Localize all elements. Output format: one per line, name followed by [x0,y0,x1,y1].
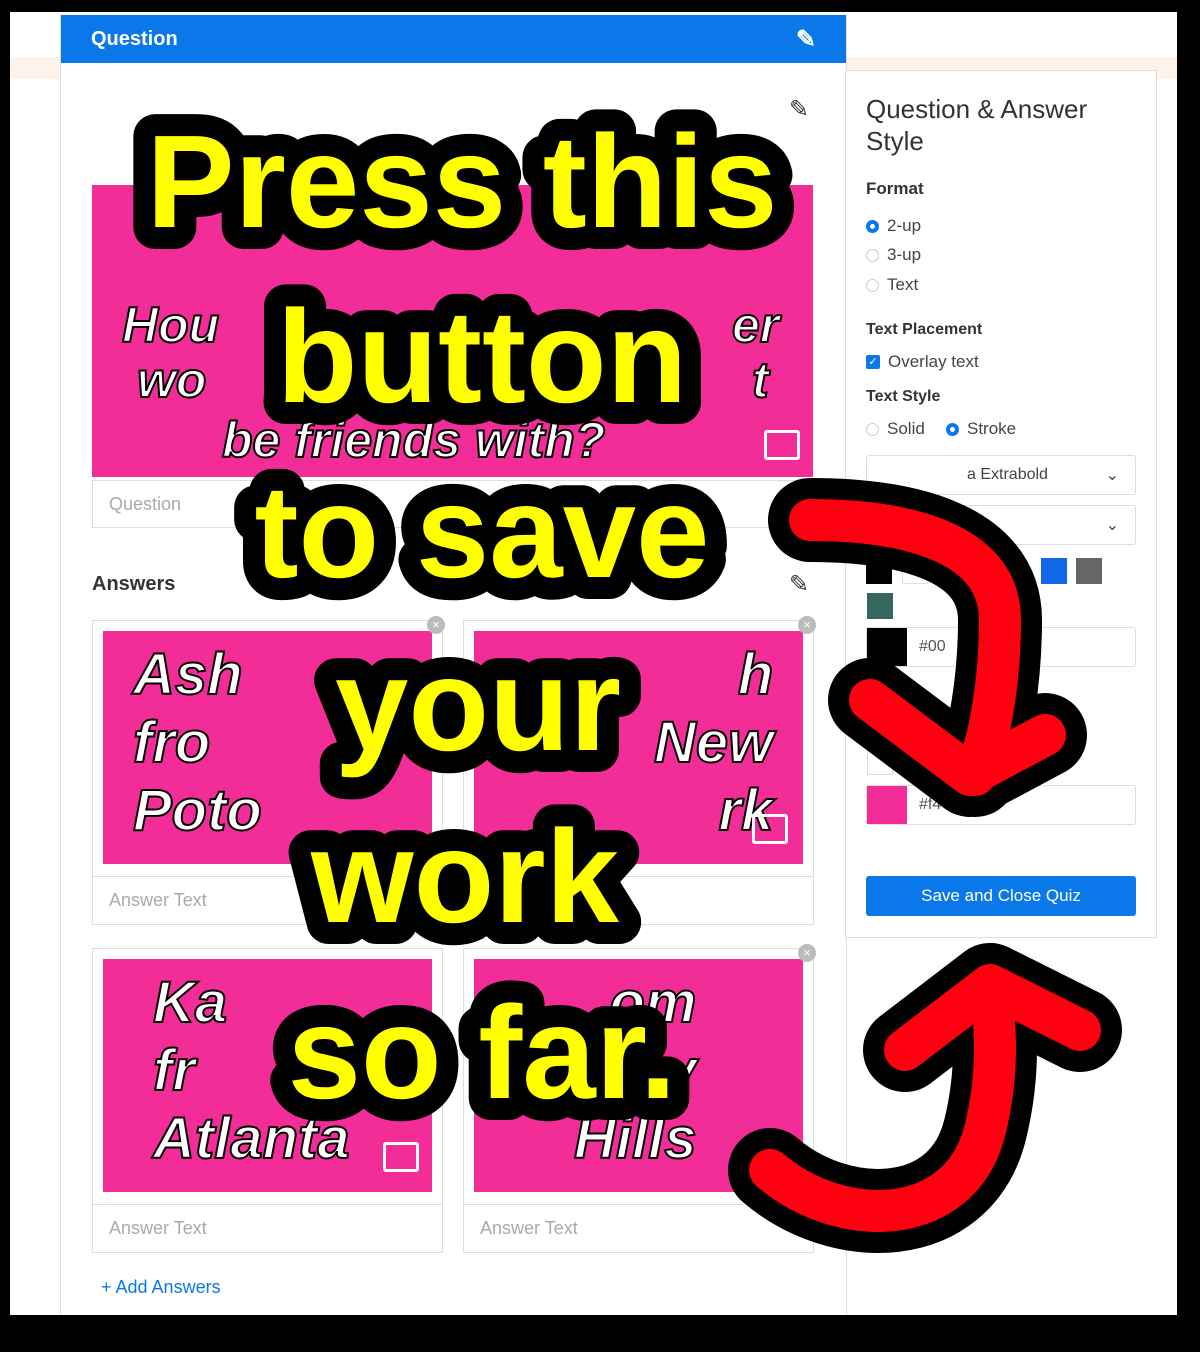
annotation-line: button [277,283,687,430]
annotation-line: your [335,631,621,778]
annotation-line: so far. [288,979,677,1126]
annotation-overlay: Press this button to save your work so f… [125,86,1122,1253]
annotation-line: Press this [147,108,778,255]
annotation-line: to save [255,458,710,605]
annotation-line: work [310,803,620,950]
